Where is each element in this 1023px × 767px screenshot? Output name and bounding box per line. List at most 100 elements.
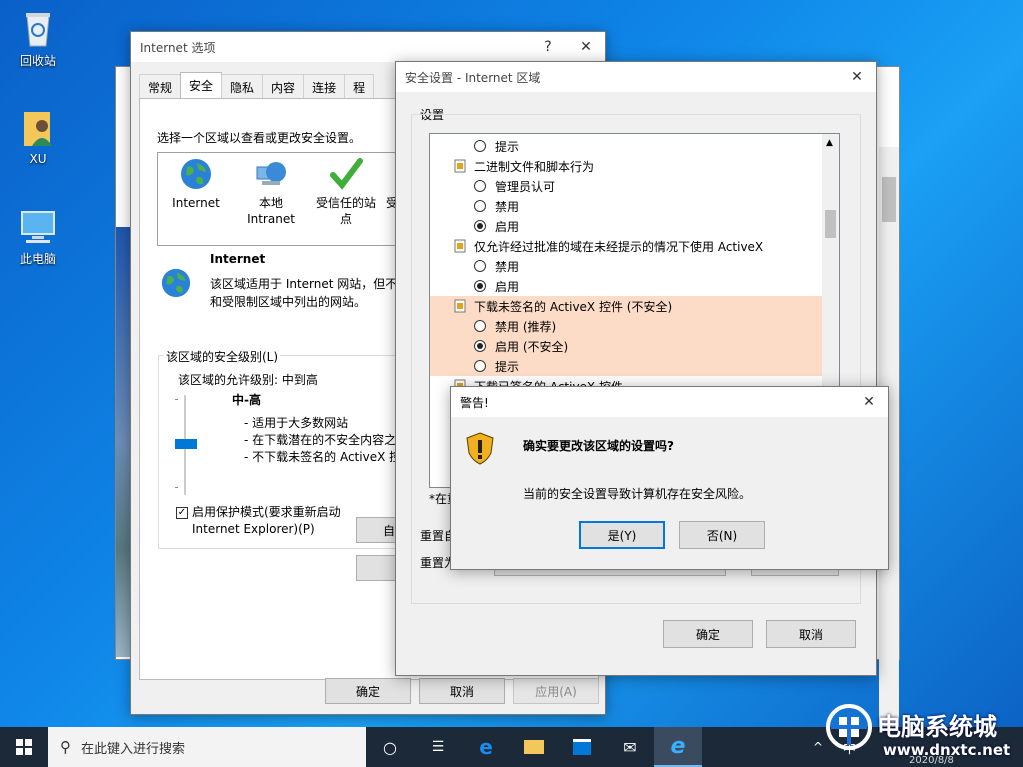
setting-option-row[interactable]: 提示 [430,356,822,376]
close-button[interactable]: ✕ [838,62,876,92]
window-title: 安全设置 - Internet 区域 [405,70,541,85]
user-folder-desktop-icon[interactable]: XU [8,108,68,166]
taskbar-search[interactable]: ⚲ 在此键入进行搜索 [48,727,366,767]
radio-button[interactable] [474,320,486,332]
tab-content[interactable]: 内容 [262,74,305,98]
zone-trusted-sites[interactable]: 受信任的站 点 [311,157,381,227]
zone-internet[interactable]: Internet [161,157,231,211]
zone-label: Internet [172,196,220,210]
zone-label: 本地 Intranet [247,196,295,226]
security-level-group-label: 该区域的安全级别(L) [164,348,281,365]
radio-button[interactable] [474,180,486,192]
edge-icon: e [479,735,493,759]
zone-local-intranet[interactable]: 本地 Intranet [236,157,306,227]
setting-option-row[interactable]: 提示 [430,136,822,156]
mail-button[interactable]: ✉ [606,727,654,767]
task-view-button[interactable]: ○ [366,727,414,767]
setting-option-row[interactable]: 管理员认可 [430,176,822,196]
setting-option-row[interactable]: 启用 (不安全) [430,336,822,356]
radio-button[interactable] [474,220,486,232]
setting-label: 管理员认可 [495,179,556,194]
ok-button[interactable]: 确定 [325,678,411,704]
watermark-brand: 电脑系统城 [877,713,997,741]
setting-option-row[interactable]: 禁用 (推荐) [430,316,822,336]
slider-thumb[interactable] [175,439,197,449]
radio-button[interactable] [474,140,486,152]
help-button[interactable]: ? [529,32,567,62]
setting-page-icon [454,299,466,313]
warning-detail: 当前的安全设置导致计算机存在安全风险。 [523,487,752,501]
store-icon [573,739,591,755]
warning-question: 确实要更改该区域的设置吗? [523,439,674,453]
scroll-up-arrow-icon[interactable]: ▲ [826,138,833,148]
ie-button-active[interactable]: e [654,727,702,767]
setting-group-row: 二进制文件和脚本行为 [430,156,822,176]
setting-option-row[interactable]: 启用 [430,216,822,236]
setting-label: 启用 [495,279,520,294]
watermark-logo-icon [826,704,872,750]
timeline-button[interactable]: ☰ [414,727,462,767]
zone-prompt: 选择一个区域以查看或更改安全设置。 [157,131,362,145]
explorer-button[interactable] [510,727,558,767]
watermark-date: 2020/8/8 [909,755,954,766]
setting-label: 二进制文件和脚本行为 [474,159,595,174]
zone-label: 受信任的站 点 [315,196,376,226]
no-button[interactable]: 否(N) [679,521,765,549]
warning-dialog: 警告! ✕ 确实要更改该区域的设置吗? 当前的安全设置导致计算机存在安全风险。 … [450,386,889,570]
store-button[interactable] [558,727,606,767]
tab-security[interactable]: 安全 [180,72,223,99]
mail-icon: ✉ [623,737,637,757]
this-pc-desktop-icon[interactable]: 此电脑 [8,206,68,267]
radio-button[interactable] [474,260,486,272]
cortana-circle-icon: ○ [383,737,397,757]
cancel-button[interactable]: 取消 [419,678,505,704]
radio-button[interactable] [474,280,486,292]
task-view-icon: ☰ [431,739,445,755]
recycle-bin-desktop-icon[interactable]: 回收站 [8,8,68,69]
computer-icon [18,206,58,246]
setting-label: 下载未签名的 ActiveX 控件 (不安全) [474,299,673,314]
tab-general[interactable]: 常规 [139,74,182,98]
allowed-level: 该区域的允许级别: 中到高 [178,373,318,387]
security-settings-titlebar: 安全设置 - Internet 区域 ✕ [396,62,876,92]
globe-icon [179,157,213,191]
scroll-thumb[interactable] [825,210,836,238]
internet-explorer-icon: e [670,733,686,759]
warning-shield-icon [465,431,495,468]
tab-programs[interactable]: 程 [344,74,375,98]
radio-button[interactable] [474,340,486,352]
tab-strip: 常规 安全 隐私 内容 连接 程 [139,72,375,99]
user-folder-icon [18,108,58,148]
setting-label: 禁用 [495,199,520,214]
setting-option-row[interactable]: 禁用 [430,196,822,216]
setting-option-row[interactable]: 禁用 [430,256,822,276]
radio-button[interactable] [474,200,486,212]
cancel-button[interactable]: 取消 [766,620,856,648]
setting-label: 仅允许经过批准的域在未经提示的情况下使用 ActiveX [474,239,764,254]
setting-group-row: 仅允许经过批准的域在未经提示的情况下使用 ActiveX [430,236,822,256]
tab-connections[interactable]: 连接 [303,74,346,98]
protected-mode-label: 启用保护模式(要求重新启动 Internet Explorer)(P) [192,505,341,536]
close-button[interactable]: ✕ [850,387,888,417]
setting-group-row: 下载未签名的 ActiveX 控件 (不安全) [430,296,822,316]
folder-icon [524,740,544,754]
level-name: 中-高 [232,393,261,407]
protected-mode-checkbox[interactable]: ✓ [176,507,188,519]
internet-options-titlebar: Internet 选项 ? ✕ [131,32,605,62]
security-level-slider[interactable] [175,395,197,495]
search-placeholder: 在此键入进行搜索 [81,741,186,757]
ok-button[interactable]: 确定 [663,620,753,648]
edge-button[interactable]: e [462,727,510,767]
window-title: Internet 选项 [140,40,216,55]
radio-button[interactable] [474,360,486,372]
yes-button[interactable]: 是(Y) [579,521,665,549]
apply-button[interactable]: 应用(A) [513,678,599,704]
desktop-icon-label: XU [29,152,47,166]
close-button[interactable]: ✕ [567,32,605,62]
start-button[interactable] [0,727,48,767]
setting-option-row[interactable]: 启用 [430,276,822,296]
recycle-bin-icon [18,8,58,48]
setting-label: 禁用 [495,259,520,274]
tab-privacy[interactable]: 隐私 [221,74,264,98]
zone-description-line-2: 和受限制区域中列出的网站。 [210,295,367,309]
